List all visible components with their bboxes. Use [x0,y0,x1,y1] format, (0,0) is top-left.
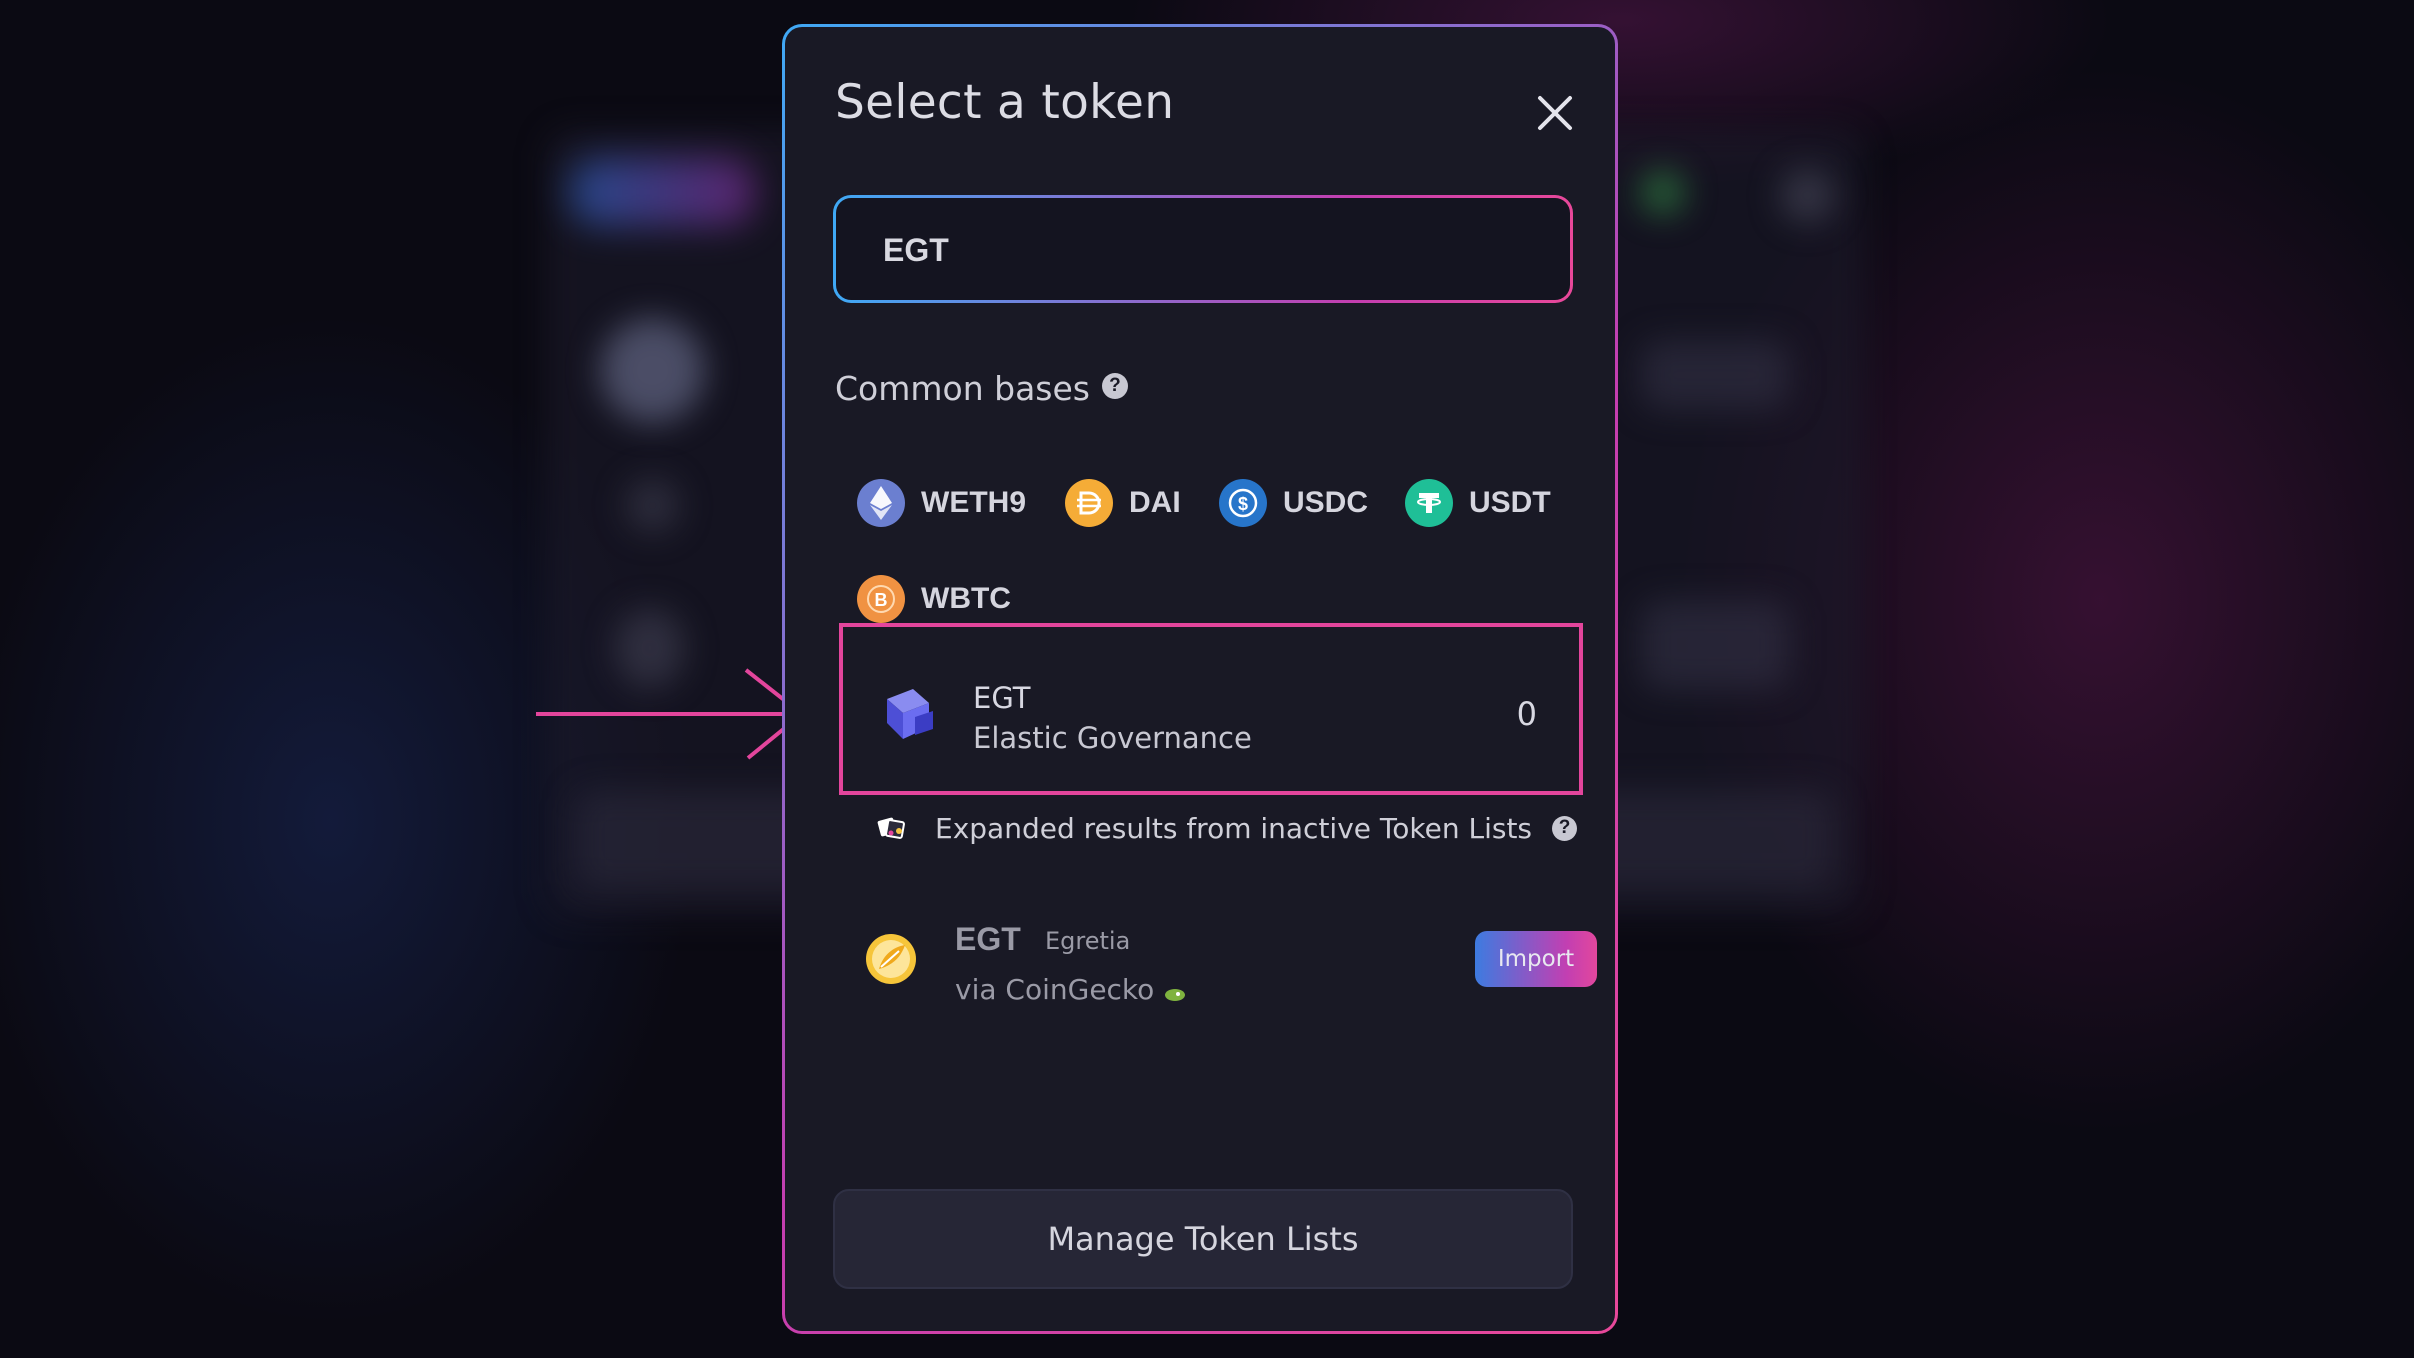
token-symbol: EGT [955,921,1021,957]
annotation-arrow-icon [536,668,806,760]
close-button[interactable] [1525,83,1585,143]
dai-icon [1065,479,1113,527]
close-icon [1538,96,1572,130]
modal-title: Select a token [835,75,1175,130]
egretia-icon [866,934,916,984]
base-token-usdc[interactable]: $ USDC [1219,473,1368,533]
tether-icon [1405,479,1453,527]
ethereum-icon [857,479,905,527]
token-symbol: EGT [973,681,1031,715]
base-token-label: USDT [1469,486,1551,519]
blurred-nav-pill [570,158,755,226]
token-list-item-egt[interactable]: EGT Elastic Governance 0 [839,623,1583,795]
base-token-wbtc[interactable]: B WBTC [857,569,1011,629]
base-token-usdt[interactable]: USDT [1405,473,1551,533]
help-icon[interactable]: ? [1101,372,1128,399]
common-bases-text: Common bases [835,369,1090,408]
import-button[interactable]: Import [1475,931,1597,987]
cube-icon [887,689,933,739]
token-name: Elastic Governance [973,721,1252,755]
blurred-status-icon [1640,170,1685,215]
search-field-wrapper [833,195,1573,303]
bitcoin-icon: B [857,575,905,623]
token-lists-icon [877,817,905,839]
token-name: Egretia [1045,927,1131,955]
usdc-icon: $ [1219,479,1267,527]
base-token-dai[interactable]: DAI [1065,473,1181,533]
blurred-token-icon [600,318,705,423]
help-icon[interactable]: ? [1552,815,1578,841]
blurred-arrow-icon [625,478,680,533]
manage-token-lists-button[interactable]: Manage Token Lists [833,1189,1573,1289]
token-source: via CoinGecko [955,973,1186,1006]
token-source-text: via CoinGecko [955,973,1155,1006]
expanded-results-note: Expanded results from inactive Token Lis… [877,803,1578,853]
blurred-settings-icon [1780,168,1835,223]
svg-text:B: B [875,590,888,610]
search-input[interactable] [881,220,1525,280]
coingecko-icon [1165,988,1186,1001]
base-token-weth9[interactable]: WETH9 [857,473,1026,533]
svg-text:$: $ [1238,494,1248,514]
inactive-token-item-egt: EGT Egretia via CoinGecko Import [865,907,1597,1017]
base-token-label: WETH9 [921,486,1026,519]
blurred-select [1640,340,1790,410]
base-token-label: USDC [1283,486,1369,519]
expanded-results-text: Expanded results from inactive Token Lis… [935,811,1533,845]
base-token-label: WBTC [921,582,1011,615]
base-token-label: DAI [1129,486,1181,519]
common-bases-label: Common bases ? [835,369,1128,408]
blurred-select [1640,600,1790,690]
token-select-modal: Select a token Common bases ? WETH9 [782,24,1618,1334]
token-balance: 0 [1516,695,1537,733]
